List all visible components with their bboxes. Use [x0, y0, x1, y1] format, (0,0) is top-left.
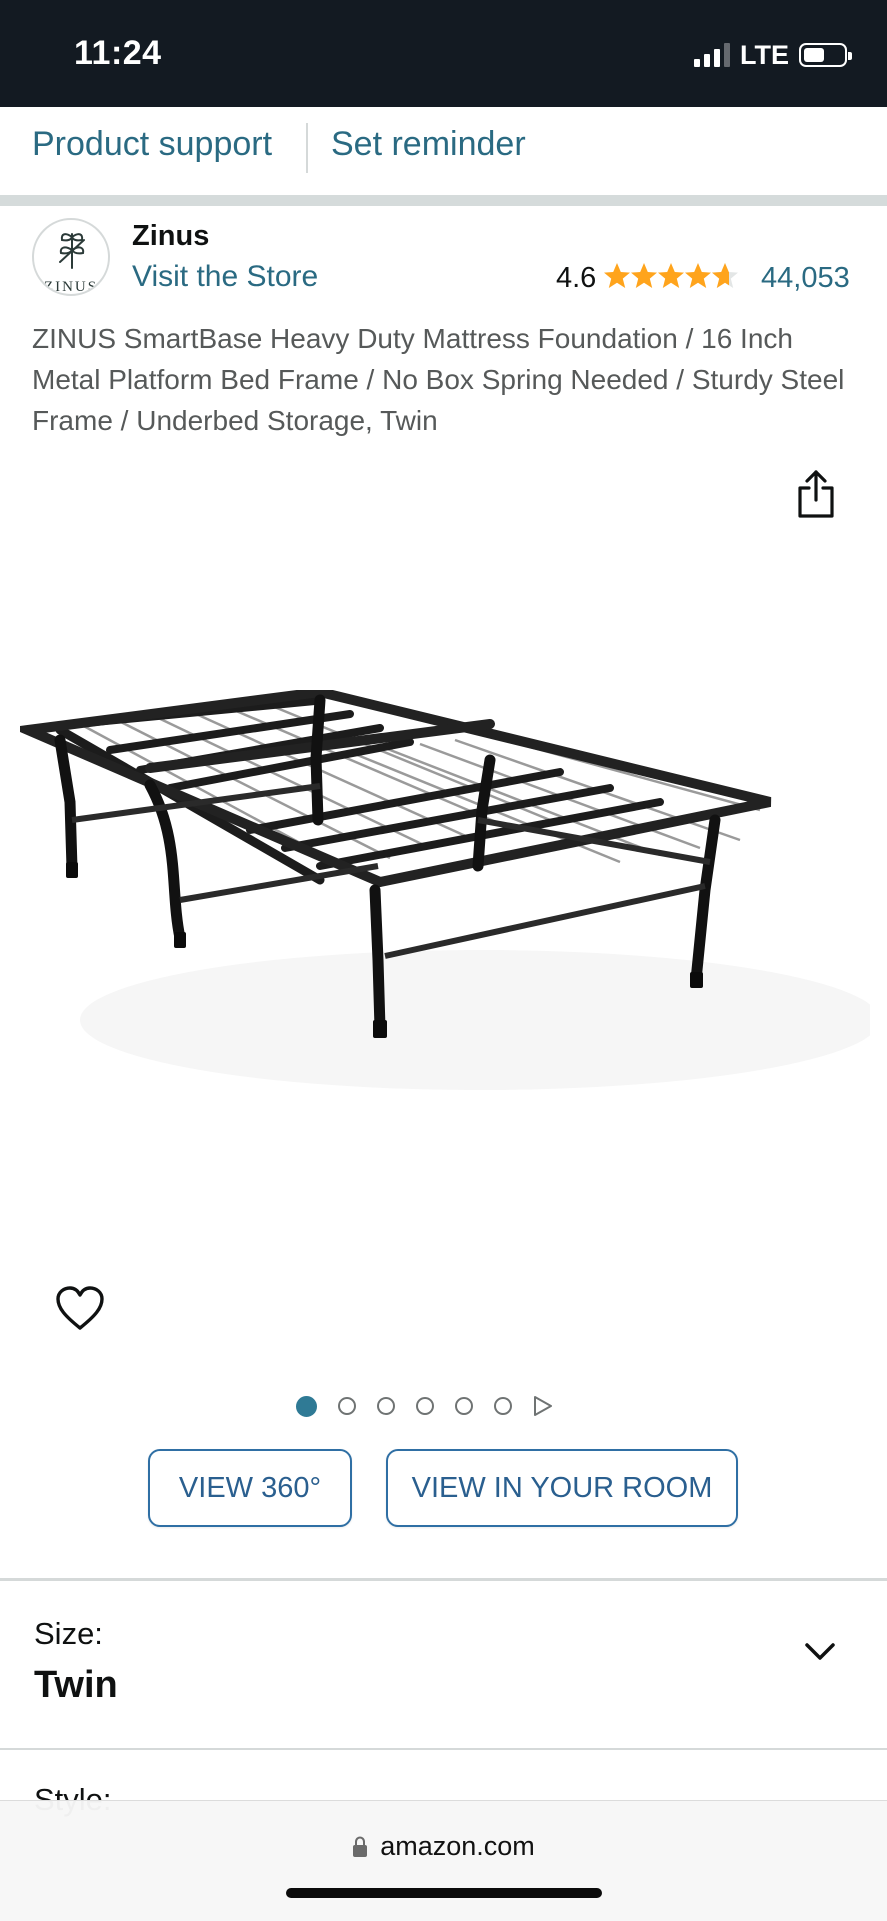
leaf-logo-icon	[59, 233, 85, 269]
home-indicator[interactable]	[286, 1888, 602, 1898]
address-bar[interactable]: amazon.com	[0, 1831, 887, 1862]
nav-divider	[306, 123, 308, 173]
lock-icon	[353, 1835, 368, 1857]
url-text: amazon.com	[380, 1831, 535, 1861]
view-360-button[interactable]: VIEW 360°	[148, 1449, 352, 1527]
share-icon[interactable]	[794, 468, 838, 520]
brand-logo[interactable]: ZINUS	[32, 218, 110, 296]
signal-icon	[694, 43, 730, 67]
size-value: Twin	[34, 1664, 118, 1706]
browser-bottom-bar: amazon.com	[0, 1800, 887, 1921]
network-label: LTE	[740, 39, 789, 70]
image-carousel-dots	[296, 1394, 553, 1418]
size-label: Size:	[34, 1616, 103, 1651]
carousel-dot[interactable]	[296, 1395, 317, 1417]
carousel-dot[interactable]	[338, 1397, 356, 1415]
section-divider	[0, 195, 887, 206]
view-in-room-button[interactable]: VIEW IN YOUR ROOM	[386, 1449, 738, 1527]
carousel-dot[interactable]	[455, 1397, 473, 1415]
divider	[0, 1578, 887, 1581]
chevron-down-icon[interactable]	[804, 1640, 836, 1664]
rating-count-link[interactable]: 44,053	[761, 262, 850, 295]
set-reminder-link[interactable]: Set reminder	[331, 125, 526, 164]
product-support-link[interactable]: Product support	[32, 125, 272, 164]
divider	[0, 1748, 887, 1750]
play-icon[interactable]	[533, 1395, 553, 1417]
product-title: ZINUS SmartBase Heavy Duty Mattress Foun…	[32, 323, 845, 436]
carousel-dot[interactable]	[416, 1397, 434, 1415]
visit-store-link[interactable]: Visit the Store	[132, 260, 318, 294]
status-indicators: LTE	[694, 38, 852, 72]
status-time: 11:24	[74, 34, 162, 72]
top-nav: Product support Set reminder	[0, 107, 887, 195]
heart-icon[interactable]	[55, 1286, 105, 1332]
brand-name: Zinus	[132, 220, 210, 252]
logo-wordmark: ZINUS	[43, 279, 99, 295]
battery-icon	[799, 43, 852, 67]
star-rating-icon[interactable]	[604, 260, 740, 292]
rating-value: 4.6	[556, 262, 597, 294]
carousel-dot[interactable]	[377, 1397, 395, 1415]
status-bar: 11:24 LTE	[0, 0, 887, 107]
product-image[interactable]	[20, 690, 870, 1110]
carousel-dot[interactable]	[494, 1397, 512, 1415]
